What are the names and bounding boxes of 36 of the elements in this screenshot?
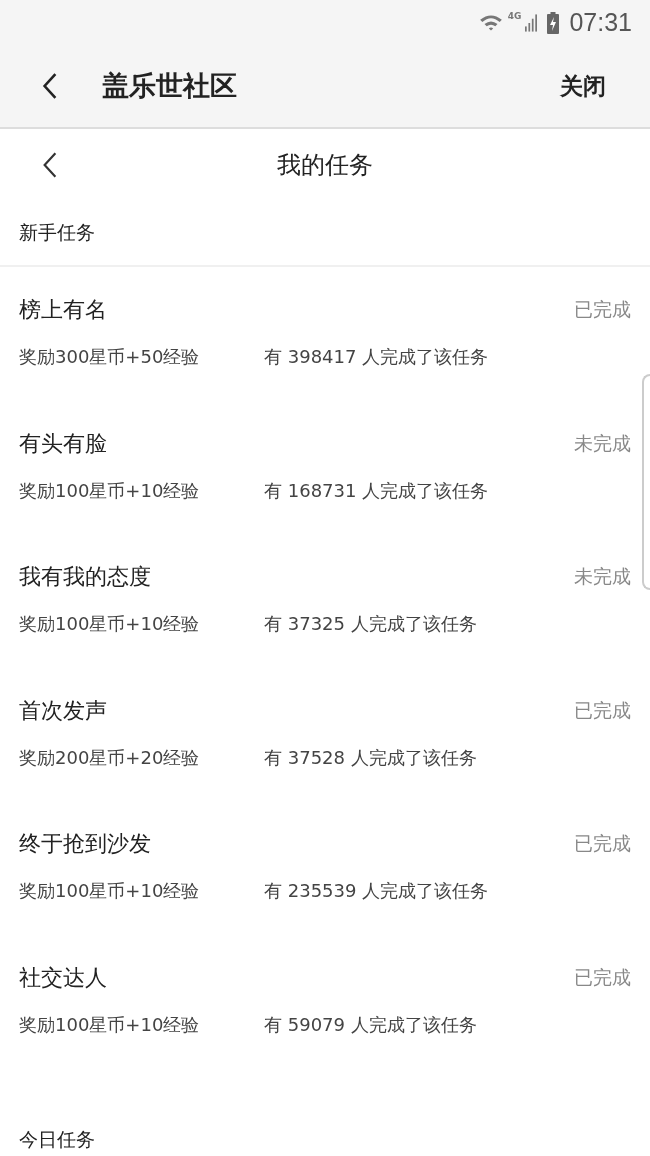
task-name: 社交达人 [19,963,107,992]
battery-charging-icon [547,11,560,34]
task-status: 已完成 [574,831,631,856]
task-name: 首次发声 [19,696,107,725]
completion-count: 有 168731 人完成了该任务 [264,478,489,503]
signal-icon [525,13,538,32]
task-status: 已完成 [574,697,631,723]
task-reward: 奖励100星币+10经验 [19,879,201,903]
task-status: 已完成 [574,297,631,322]
task-status: 未完成 [574,430,631,456]
scrollbar[interactable] [642,374,650,590]
task-status: 未完成 [574,564,631,589]
task-reward: 奖励100星币+10经验 [19,1012,201,1037]
completion-count: 有 37528 人完成了该任务 [264,745,477,770]
close-button[interactable]: 关闭 [556,66,610,106]
task-reward: 奖励100星币+10经验 [19,478,201,503]
task-status: 已完成 [574,964,631,990]
network-label: 4G [507,11,522,21]
completion-count: 有 398417 人完成了该任务 [264,345,489,369]
task-reward: 奖励300星币+50经验 [19,345,201,369]
section-title: 新手任务 [19,220,95,245]
page-title: 我的任务 [277,150,373,181]
clock-time: 07:31 [569,8,632,37]
task-reward: 奖励100星币+10经验 [19,612,201,636]
task-reward: 奖励200星币+20经验 [19,745,201,770]
task-name: 有头有脸 [19,429,107,458]
section-title: 今日任务 [19,1127,95,1152]
task-name: 榜上有名 [19,296,107,324]
app-title: 盖乐世社区 [102,69,238,103]
completion-count: 有 235539 人完成了该任务 [264,879,489,903]
back-icon[interactable] [42,151,58,179]
task-name: 终于抢到沙发 [19,830,151,858]
completion-count: 有 59079 人完成了该任务 [264,1012,477,1037]
completion-count: 有 37325 人完成了该任务 [264,612,477,636]
back-icon[interactable] [42,72,58,100]
task-name: 我有我的态度 [19,563,151,591]
